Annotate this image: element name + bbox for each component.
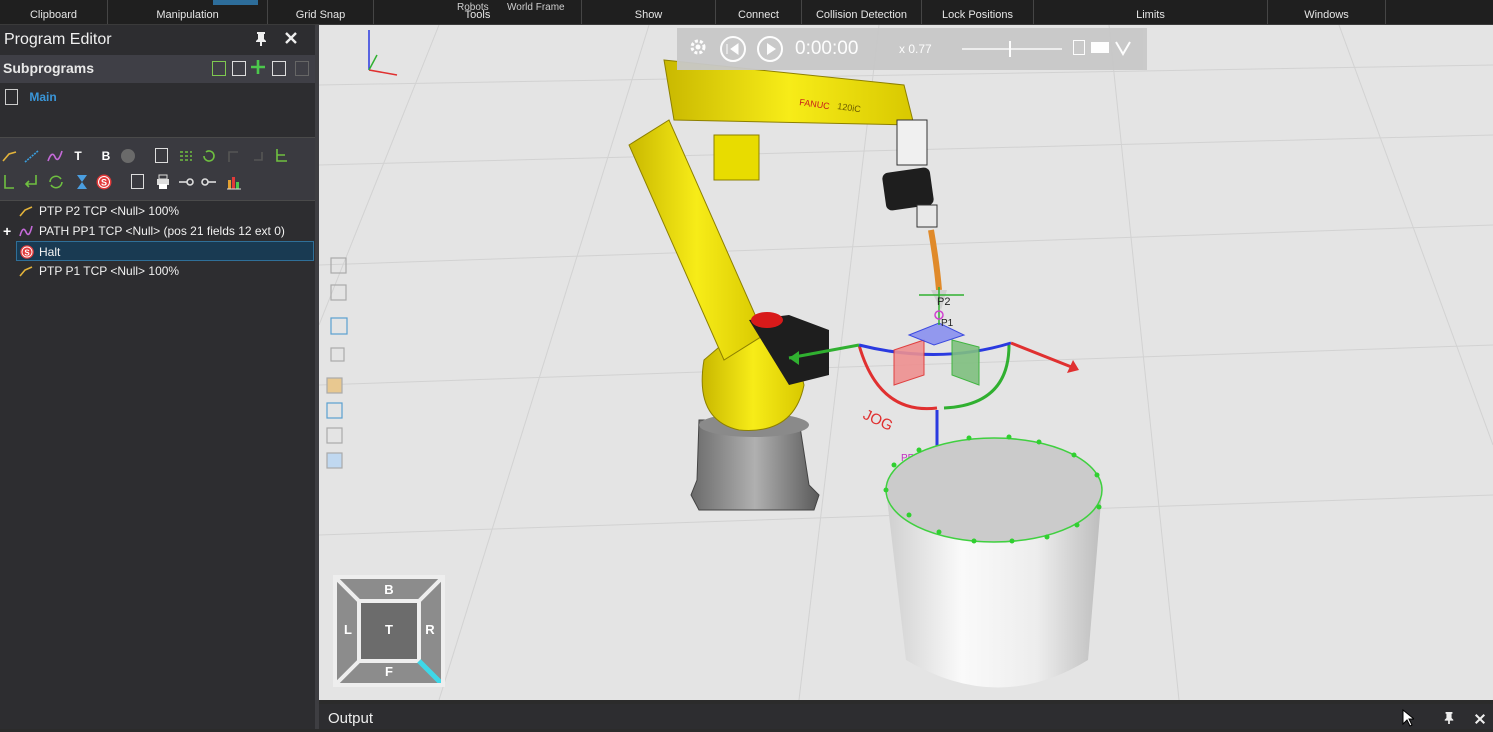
ribbon-group-show[interactable]: Show — [582, 0, 716, 24]
settings-gear-icon[interactable] — [689, 38, 707, 56]
program-toolbar: T B S — [0, 137, 315, 201]
svg-text:B: B — [384, 582, 393, 597]
program-file-icon — [5, 89, 18, 105]
wait-icon[interactable] — [178, 148, 194, 164]
ribbon-group-limits[interactable]: Limits — [1034, 0, 1268, 24]
play-button[interactable] — [757, 36, 783, 62]
output-panel: Output — [319, 704, 1493, 729]
new-subprogram-icon[interactable] — [212, 61, 226, 76]
ptp-icon — [19, 204, 33, 218]
view-toolbar — [326, 257, 348, 469]
program-list: PTP P2 TCP <Null> 100% + PATH PP1 TCP <N… — [0, 201, 315, 281]
macro-icon[interactable] — [155, 148, 168, 163]
svg-text:T: T — [385, 622, 393, 637]
export-web-icon[interactable] — [1115, 40, 1131, 56]
add-icon[interactable] — [250, 58, 266, 76]
playback-bar: 0:00:00 x 0.77 — [677, 28, 1147, 70]
if-icon[interactable] — [2, 174, 18, 190]
playback-time: 0:00:00 — [795, 38, 859, 59]
3d-viewport[interactable]: FANUC 120iC JOG P2 P1 PP1\PP — [319, 25, 1493, 700]
add-path-icon[interactable] — [47, 148, 63, 164]
add-lin-icon[interactable] — [24, 148, 40, 164]
ribbon-group-clipboard[interactable]: Clipboard — [0, 0, 108, 24]
svg-text:S: S — [24, 248, 30, 257]
program-item-ptp-p1[interactable]: PTP P1 TCP <Null> 100% — [0, 261, 315, 281]
program-editor-panel: Program Editor Subprograms Main T B S PT… — [0, 25, 315, 729]
ribbon-group-manipulation[interactable]: Manipulation — [108, 0, 268, 24]
call-icon[interactable] — [226, 148, 242, 164]
path-icon — [19, 224, 33, 238]
output-set-icon[interactable] — [178, 174, 194, 190]
goto-icon[interactable] — [24, 174, 40, 190]
subprograms-title: Subprograms — [3, 60, 95, 76]
copy-icon[interactable] — [272, 61, 286, 76]
record-icon[interactable] — [120, 148, 136, 164]
output-close-icon[interactable] — [1474, 712, 1486, 730]
export-pdf-icon[interactable] — [1073, 40, 1085, 55]
view-cube: B L T R F — [333, 575, 445, 687]
comment-icon[interactable] — [131, 174, 144, 189]
subprograms-header: Subprograms — [0, 55, 315, 83]
subprogram-main[interactable]: Main — [5, 89, 57, 107]
return-icon[interactable] — [250, 148, 266, 164]
add-tool-icon[interactable]: T — [70, 148, 86, 164]
ribbon-group-connect[interactable]: Connect — [716, 0, 802, 24]
close-icon[interactable] — [284, 31, 298, 50]
speed-slider[interactable] — [962, 41, 1062, 57]
speed-label: x 0.77 — [899, 42, 932, 56]
program-item-path-pp1[interactable]: + PATH PP1 TCP <Null> (pos 21 fields 12 … — [0, 221, 315, 241]
ribbon-group-lock-positions[interactable]: Lock Positions — [922, 0, 1034, 24]
ribbon-group-windows[interactable]: Windows — [1268, 0, 1386, 24]
rewind-button[interactable] — [720, 36, 746, 62]
pin-icon[interactable] — [254, 31, 268, 52]
ribbon-group-collision-detection[interactable]: Collision Detection — [802, 0, 922, 24]
repeat-icon[interactable] — [48, 174, 64, 190]
svg-text:F: F — [385, 664, 393, 679]
halt-icon: S — [20, 245, 34, 259]
panel-title: Program Editor — [4, 31, 112, 48]
program-item-ptp-p2[interactable]: PTP P2 TCP <Null> 100% — [0, 201, 315, 221]
branch-icon[interactable] — [274, 148, 290, 164]
import-subprogram-icon[interactable] — [232, 61, 246, 76]
program-item-halt[interactable]: S Halt — [16, 241, 314, 261]
add-ptp-icon[interactable] — [2, 148, 18, 164]
ribbon-group-grid-snap[interactable]: Grid Snap — [268, 0, 374, 24]
expand-toggle[interactable]: + — [3, 221, 11, 241]
ribbon-group-tools[interactable]: Robots World Frame Tools — [374, 0, 582, 24]
scene: FANUC 120iC JOG P2 P1 PP1\PP — [319, 25, 1493, 700]
print-icon[interactable] — [155, 174, 171, 190]
output-pin-icon[interactable] — [1443, 711, 1455, 730]
program-editor-header: Program Editor — [0, 25, 315, 55]
output-title: Output — [328, 710, 374, 727]
subprogram-main-label: Main — [29, 90, 57, 104]
axis-triad-icon — [368, 30, 398, 76]
svg-text:S: S — [101, 178, 107, 188]
robot-model: FANUC 120iC — [628, 59, 947, 511]
program-item-text: PATH PP1 TCP <Null> (pos 21 fields 12 ex… — [39, 224, 285, 238]
target-p2-label: P2 — [937, 296, 950, 308]
program-item-text: PTP P2 TCP <Null> 100% — [39, 204, 180, 218]
ptp-icon — [19, 264, 33, 278]
jog-label: JOG — [860, 406, 895, 434]
program-item-text: PTP P1 TCP <Null> 100% — [39, 264, 180, 278]
ribbon-active-marker — [213, 0, 258, 5]
ribbon: Clipboard Manipulation Grid Snap Robots … — [0, 0, 1493, 25]
record-video-icon[interactable] — [1091, 42, 1109, 53]
delete-icon[interactable] — [295, 61, 309, 76]
svg-text:L: L — [344, 622, 352, 637]
loop-icon[interactable] — [201, 148, 217, 164]
add-base-icon[interactable]: B — [98, 148, 114, 164]
speed-slider-thumb[interactable] — [1009, 41, 1011, 57]
input-wait-icon[interactable] — [201, 174, 217, 190]
stop-icon[interactable]: S — [96, 174, 112, 190]
svg-text:R: R — [425, 622, 435, 637]
program-item-text: Halt — [39, 245, 61, 259]
chart-icon[interactable] — [226, 174, 242, 190]
hourglass-icon[interactable] — [74, 174, 90, 190]
target-p1-label: P1 — [941, 318, 954, 329]
cylinder-part — [883, 434, 1103, 688]
